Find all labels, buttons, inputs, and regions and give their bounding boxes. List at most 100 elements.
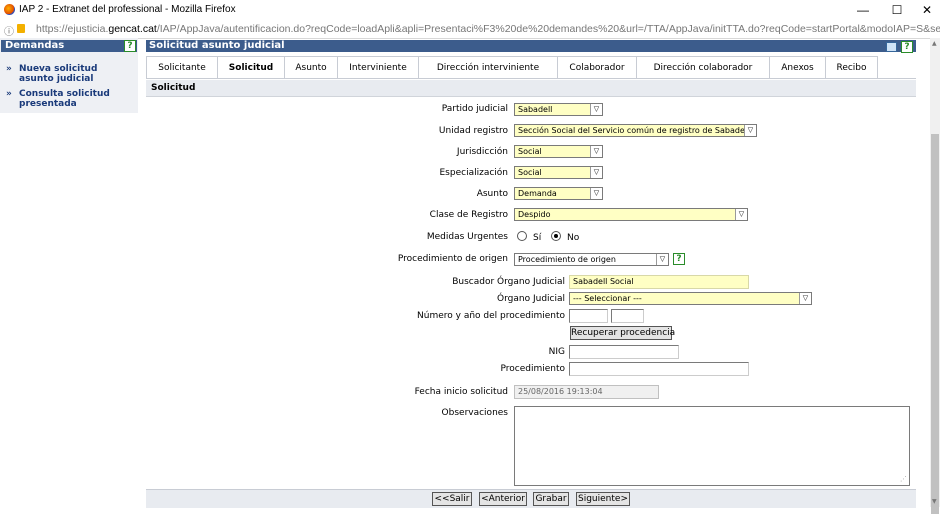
procedimiento-input[interactable] [569,362,749,376]
tab-bar: Solicitante Solicitud Asunto Intervinien… [146,56,916,78]
medidas-urgentes-label: Medidas Urgentes [426,232,508,242]
buscador-organo-input[interactable]: Sabadell Social [569,275,749,289]
procedimiento-label: Procedimiento [500,364,565,374]
chevron-down-icon: ▽ [799,293,811,304]
close-button[interactable]: ✕ [912,1,940,19]
minimize-button[interactable]: — [848,1,878,19]
jurisdiccion-value: Social [518,147,542,156]
nig-input[interactable] [569,345,679,359]
anterior-button[interactable]: <Anterior [479,492,527,506]
fecha-inicio-value: 25/08/2016 19:13:04 [518,387,603,396]
tab-interviniente[interactable]: Interviniente [337,56,419,78]
section-header: Solicitud [146,80,916,97]
chevron-down-icon: ▽ [590,104,602,115]
procedimiento-origen-label: Procedimiento de origen [397,254,508,264]
medidas-urgentes-si-label: Sí [533,233,542,243]
lock-icon[interactable] [17,24,25,33]
numero-procedimiento-input[interactable] [569,309,608,323]
resize-grip-icon[interactable]: ⋰ [900,475,907,483]
partido-judicial-select[interactable]: Sabadell ▽ [514,103,603,116]
procedimiento-origen-value: Procedimiento de origen [518,255,616,264]
jurisdiccion-label: Jurisdicción [456,147,508,157]
partido-judicial-value: Sabadell [518,105,553,114]
salir-button[interactable]: <<Salir [432,492,472,506]
buscador-organo-label: Buscador Órgano Judicial [452,277,565,287]
window-title: IAP 2 - Extranet del professional - Mozi… [19,4,236,15]
recuperar-procedencia-button[interactable]: Recuperar procedencia [570,326,675,340]
url-prefix: https://ejusticia. [36,23,109,35]
tab-colaborador[interactable]: Colaborador [557,56,637,78]
buscador-organo-value: Sabadell Social [573,277,634,286]
observaciones-textarea[interactable]: ⋰ [514,406,910,486]
tab-divider [146,78,916,79]
scroll-down-icon[interactable]: ▼ [932,498,937,505]
sidebar-item-label: Nueva solicitud asunto judicial [19,64,98,84]
url-rest: /IAP/AppJava/autentificacion.do?reqCode=… [156,23,940,35]
maximize-button[interactable]: ☐ [882,1,912,19]
unidad-registro-value: Sección Social del Servicio común de reg… [518,126,750,135]
especializacion-value: Social [518,168,542,177]
tab-asunto[interactable]: Asunto [284,56,338,78]
fecha-inicio-input: 25/08/2016 19:13:04 [514,385,659,399]
chevron-down-icon: ▽ [735,209,747,220]
tab-direccion-interviniente[interactable]: Dirección interviniente [418,56,558,78]
clase-registro-select[interactable]: Despido ▽ [514,208,748,221]
double-arrow-icon: » [6,64,12,74]
tab-anexos[interactable]: Anexos [769,56,826,78]
jurisdiccion-select[interactable]: Social ▽ [514,145,603,158]
sidebar-title: Demandas [5,40,65,51]
unidad-registro-select[interactable]: Sección Social del Servicio común de reg… [514,124,757,137]
main-help-icon[interactable]: ? [901,41,913,53]
organo-judicial-value: --- Seleccionar --- [573,294,642,303]
tab-solicitante[interactable]: Solicitante [146,56,218,78]
procedimiento-origen-select[interactable]: Procedimiento de origen ▽ [514,253,669,266]
organo-judicial-label: Órgano Judicial [497,294,565,304]
medidas-urgentes-no-label: No [567,233,580,243]
especializacion-label: Especialización [439,168,509,178]
page-title: Solicitud asunto judicial [149,40,285,51]
chevron-down-icon: ▽ [656,254,668,265]
tab-direccion-colaborador[interactable]: Dirección colaborador [636,56,770,78]
unidad-registro-label: Unidad registro [438,126,508,136]
scroll-up-icon[interactable]: ▲ [932,40,937,47]
section-title: Solicitud [151,83,196,93]
nig-label: NIG [548,347,565,357]
url-text[interactable]: https://ejusticia.gencat.cat/IAP/AppJava… [36,23,940,35]
anio-procedimiento-input[interactable] [611,309,644,323]
chevron-down-icon: ▽ [590,188,602,199]
vertical-scrollbar[interactable]: ▲ ▼ [930,38,940,514]
tab-recibo[interactable]: Recibo [825,56,878,78]
asunto-value: Demanda [518,189,557,198]
print-icon[interactable] [886,42,897,52]
siguiente-button[interactable]: Siguiente> [576,492,630,506]
info-icon[interactable]: ⓘ [4,23,14,38]
tab-solicitud[interactable]: Solicitud [217,56,285,78]
sidebar-item-label: Consulta solicitud presentada [19,89,110,109]
chevron-down-icon: ▽ [590,167,602,178]
sidebar-item-consulta-solicitud[interactable]: » Consulta solicitud presentada [6,89,132,111]
partido-judicial-label: Partido judicial [441,104,508,114]
main-header: Solicitud asunto judicial [146,40,916,52]
address-bar[interactable]: ⓘ https://ejusticia.gencat.cat/IAP/AppJa… [0,20,940,39]
grabar-button[interactable]: Grabar [533,492,569,506]
chevron-down-icon: ▽ [744,125,756,136]
footer-bar [146,489,916,508]
observaciones-label: Observaciones [441,408,508,418]
sidebar-item-nueva-solicitud[interactable]: » Nueva solicitud asunto judicial [6,64,132,86]
numero-anio-label: Número y año del procedimiento [417,311,565,321]
asunto-select[interactable]: Demanda ▽ [514,187,603,200]
scrollbar-thumb[interactable] [931,134,939,514]
chevron-down-icon: ▽ [590,146,602,157]
organo-judicial-select[interactable]: --- Seleccionar --- ▽ [569,292,812,305]
fecha-inicio-label: Fecha inicio solicitud [414,387,508,397]
procedimiento-origen-help-icon[interactable]: ? [673,253,685,265]
sidebar-help-icon[interactable]: ? [124,40,136,52]
firefox-icon [4,4,15,15]
double-arrow-icon: » [6,89,12,99]
asunto-label: Asunto [476,189,508,199]
medidas-urgentes-si-radio[interactable] [517,231,527,241]
url-domain: gencat.cat [108,23,157,35]
sidebar-header: Demandas ? [1,40,137,52]
medidas-urgentes-no-radio[interactable] [551,231,561,241]
especializacion-select[interactable]: Social ▽ [514,166,603,179]
